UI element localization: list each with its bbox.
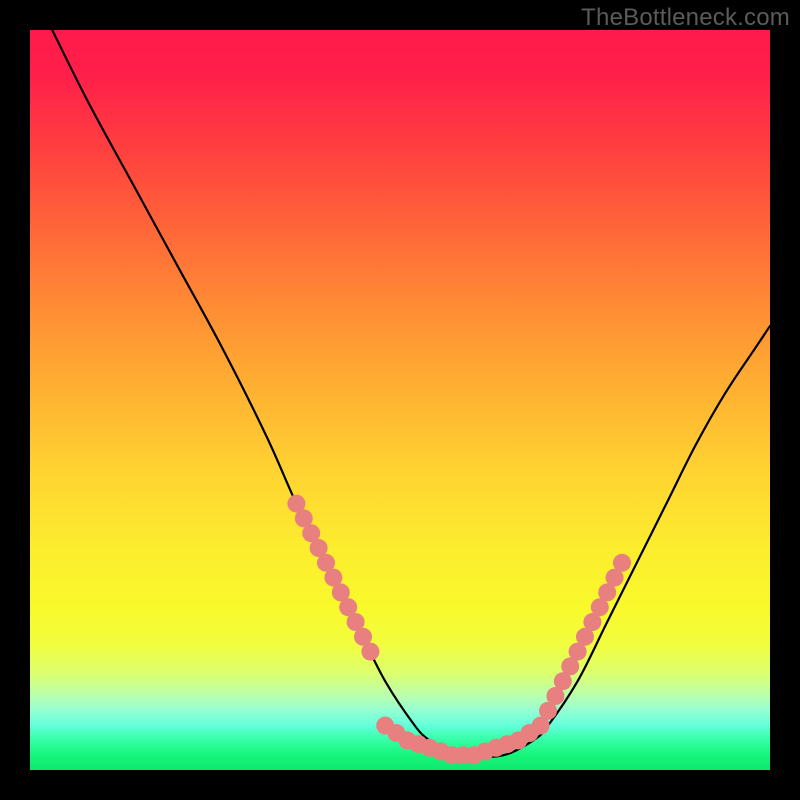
plot-area	[30, 30, 770, 770]
watermark-text: TheBottleneck.com	[581, 4, 790, 32]
highlight-dot	[613, 554, 631, 572]
highlight-dot	[361, 643, 379, 661]
bottleneck-curve-path	[52, 30, 770, 757]
highlight-dots	[287, 495, 631, 765]
chart-stage: TheBottleneck.com	[0, 0, 800, 800]
curve-layer	[30, 30, 770, 770]
